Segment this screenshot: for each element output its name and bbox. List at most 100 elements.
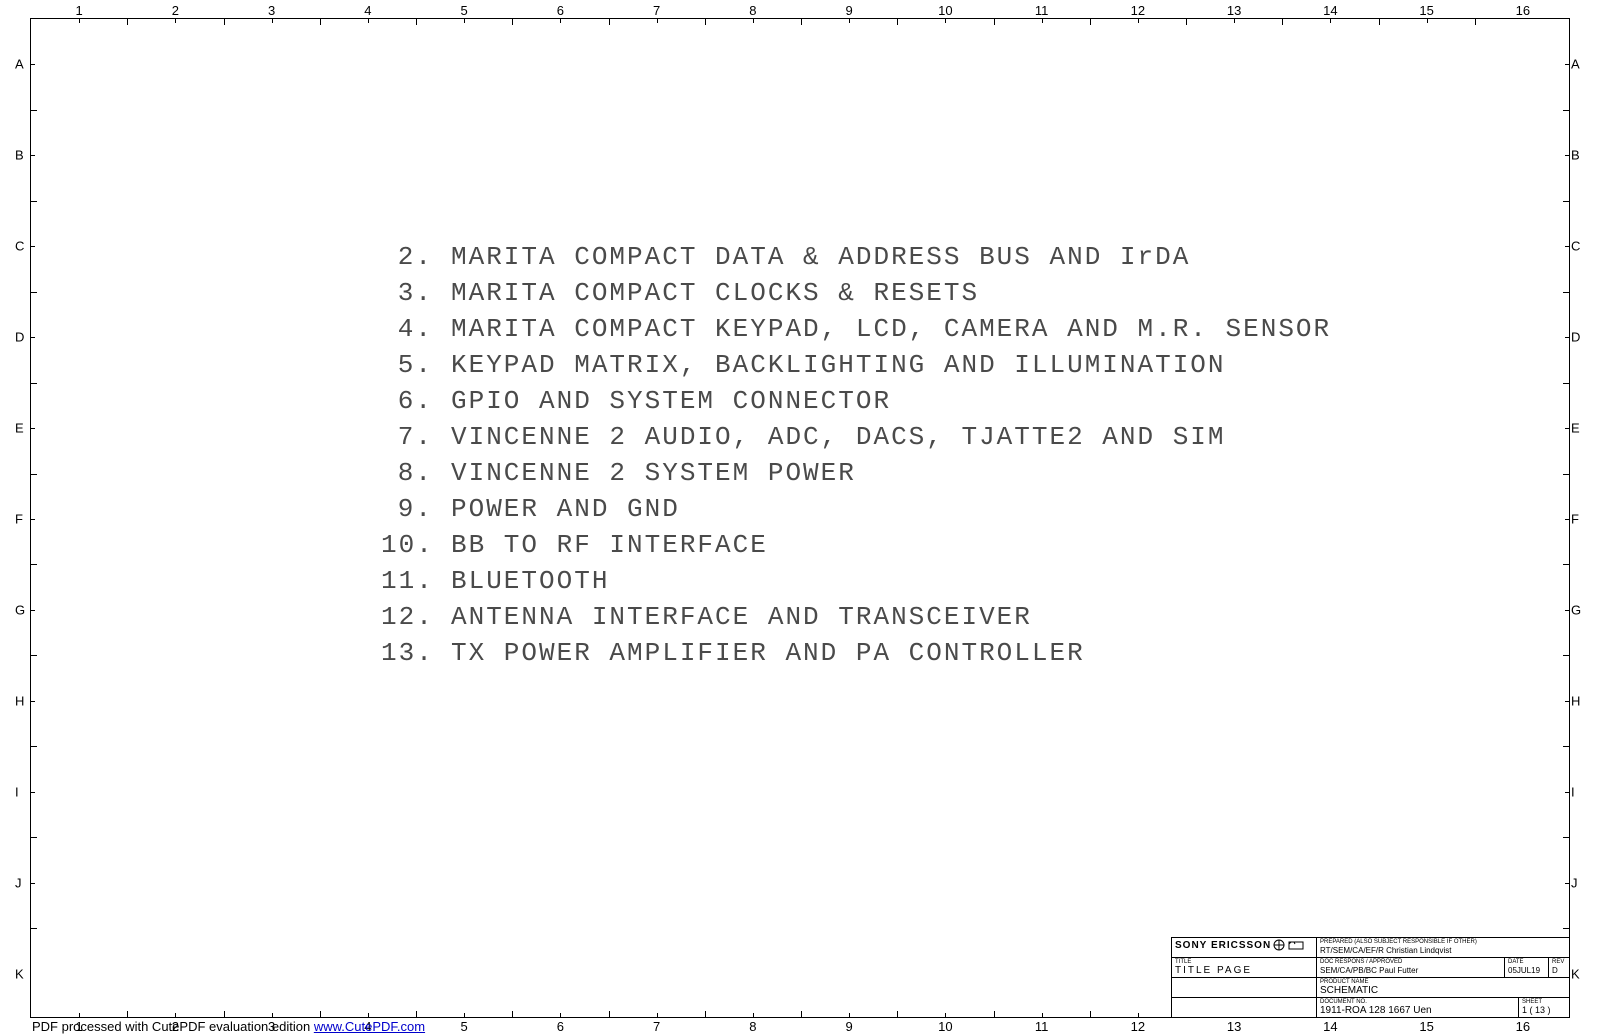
- row-label: G: [15, 602, 25, 617]
- prepared-value: RT/SEM/CA/EF/R Christian Lindqvist: [1320, 945, 1566, 956]
- toc-entry: 11.BLUETOOTH: [381, 563, 1331, 599]
- col-label: 9: [846, 1019, 853, 1034]
- toc-entry: 6.GPIO AND SYSTEM CONNECTOR: [381, 383, 1331, 419]
- ruler-right: ABCDEFGHIJK: [1571, 19, 1585, 1017]
- footer-prefix: PDF processed with CutePDF evaluation ed…: [32, 1019, 314, 1034]
- toc-entry: 8.VINCENNE 2 SYSTEM POWER: [381, 455, 1331, 491]
- col-label: 13: [1227, 1019, 1241, 1034]
- row-label: J: [1571, 875, 1578, 890]
- col-label: 5: [461, 3, 468, 18]
- date-value: 05JUL19: [1508, 965, 1545, 976]
- approved-value: SEM/CA/PB/BC Paul Futter: [1320, 965, 1501, 976]
- row-label: F: [15, 512, 23, 527]
- table-of-contents: 2.MARITA COMPACT DATA & ADDRESS BUS AND …: [381, 239, 1331, 671]
- col-label: 10: [938, 1019, 952, 1034]
- col-label: 16: [1516, 3, 1530, 18]
- toc-number: 4.: [381, 311, 451, 347]
- toc-title: KEYPAD MATRIX, BACKLIGHTING AND ILLUMINA…: [451, 347, 1226, 383]
- toc-entry: 13.TX POWER AMPLIFIER AND PA CONTROLLER: [381, 635, 1331, 671]
- toc-number: 2.: [381, 239, 451, 275]
- row-label: H: [1571, 693, 1580, 708]
- toc-title: BLUETOOTH: [451, 563, 609, 599]
- row-label: C: [1571, 239, 1580, 254]
- col-label: 11: [1035, 1019, 1049, 1034]
- ruler-left: ABCDEFGHIJK: [15, 19, 29, 1017]
- col-label: 4: [364, 3, 371, 18]
- ruler-top: 12345678910111213141516: [31, 3, 1569, 17]
- row-label: F: [1571, 512, 1579, 527]
- row-label: H: [15, 693, 24, 708]
- title-block: SONY ERICSSON PREPARED (ALSO SUBJECT RES…: [1171, 937, 1569, 1017]
- row-label: E: [1571, 421, 1580, 436]
- row-label: G: [1571, 602, 1581, 617]
- col-label: 8: [749, 3, 756, 18]
- footer-link[interactable]: www.CutePDF.com: [314, 1019, 425, 1034]
- rev-value: D: [1552, 965, 1566, 976]
- toc-entry: 5.KEYPAD MATRIX, BACKLIGHTING AND ILLUMI…: [381, 347, 1331, 383]
- col-label: 14: [1323, 3, 1337, 18]
- toc-title: ANTENNA INTERFACE AND TRANSCEIVER: [451, 599, 1032, 635]
- row-label: I: [1571, 784, 1575, 799]
- col-label: 2: [172, 3, 179, 18]
- row-label: I: [15, 784, 19, 799]
- toc-title: POWER AND GND: [451, 491, 680, 527]
- toc-number: 9.: [381, 491, 451, 527]
- col-label: 12: [1131, 3, 1145, 18]
- col-label: 15: [1419, 1019, 1433, 1034]
- col-label: 5: [461, 1019, 468, 1034]
- toc-number: 13.: [381, 635, 451, 671]
- col-label: 8: [749, 1019, 756, 1034]
- toc-title: MARITA COMPACT KEYPAD, LCD, CAMERA AND M…: [451, 311, 1331, 347]
- toc-title: VINCENNE 2 SYSTEM POWER: [451, 455, 856, 491]
- toc-number: 12.: [381, 599, 451, 635]
- col-label: 12: [1131, 1019, 1145, 1034]
- toc-entry: 3.MARITA COMPACT CLOCKS & RESETS: [381, 275, 1331, 311]
- row-label: B: [15, 148, 24, 163]
- toc-entry: 2.MARITA COMPACT DATA & ADDRESS BUS AND …: [381, 239, 1331, 275]
- col-label: 6: [557, 1019, 564, 1034]
- toc-number: 10.: [381, 527, 451, 563]
- col-label: 11: [1035, 3, 1049, 18]
- toc-title: TX POWER AMPLIFIER AND PA CONTROLLER: [451, 635, 1085, 671]
- col-label: 14: [1323, 1019, 1337, 1034]
- col-label: 13: [1227, 3, 1241, 18]
- toc-number: 5.: [381, 347, 451, 383]
- toc-title: MARITA COMPACT DATA & ADDRESS BUS AND Ir…: [451, 239, 1190, 275]
- toc-entry: 7.VINCENNE 2 AUDIO, ADC, DACS, TJATTE2 A…: [381, 419, 1331, 455]
- toc-entry: 10.BB TO RF INTERFACE: [381, 527, 1331, 563]
- col-label: 15: [1419, 3, 1433, 18]
- row-label: C: [15, 239, 24, 254]
- row-label: J: [15, 875, 22, 890]
- toc-title: GPIO AND SYSTEM CONNECTOR: [451, 383, 891, 419]
- sheet-value: 1 ( 13 ): [1522, 1005, 1566, 1016]
- toc-number: 8.: [381, 455, 451, 491]
- col-label: 16: [1516, 1019, 1530, 1034]
- toc-number: 3.: [381, 275, 451, 311]
- product-value: SCHEMATIC: [1320, 985, 1566, 996]
- row-label: K: [15, 966, 24, 981]
- drawing-frame: 12345678910111213141516 1234567891011121…: [30, 18, 1570, 1018]
- row-label: D: [15, 330, 24, 345]
- title-value: TITLE PAGE: [1175, 965, 1313, 976]
- folder-icon: [1288, 940, 1304, 952]
- toc-title: VINCENNE 2 AUDIO, ADC, DACS, TJATTE2 AND…: [451, 419, 1226, 455]
- docno-value: 1911-ROA 128 1667 Uen: [1320, 1005, 1515, 1016]
- pdf-watermark: PDF processed with CutePDF evaluation ed…: [32, 1019, 425, 1034]
- row-label: A: [15, 57, 24, 72]
- toc-entry: 12.ANTENNA INTERFACE AND TRANSCEIVER: [381, 599, 1331, 635]
- row-label: A: [1571, 57, 1580, 72]
- row-label: K: [1571, 966, 1580, 981]
- toc-number: 11.: [381, 563, 451, 599]
- company-name: SONY ERICSSON: [1175, 940, 1271, 951]
- toc-entry: 9.POWER AND GND: [381, 491, 1331, 527]
- toc-number: 7.: [381, 419, 451, 455]
- col-label: 7: [653, 3, 660, 18]
- globe-icon: [1273, 939, 1285, 953]
- toc-title: BB TO RF INTERFACE: [451, 527, 768, 563]
- col-label: 6: [557, 3, 564, 18]
- col-label: 1: [76, 3, 83, 18]
- col-label: 10: [938, 3, 952, 18]
- col-label: 3: [268, 3, 275, 18]
- toc-entry: 4.MARITA COMPACT KEYPAD, LCD, CAMERA AND…: [381, 311, 1331, 347]
- col-label: 9: [846, 3, 853, 18]
